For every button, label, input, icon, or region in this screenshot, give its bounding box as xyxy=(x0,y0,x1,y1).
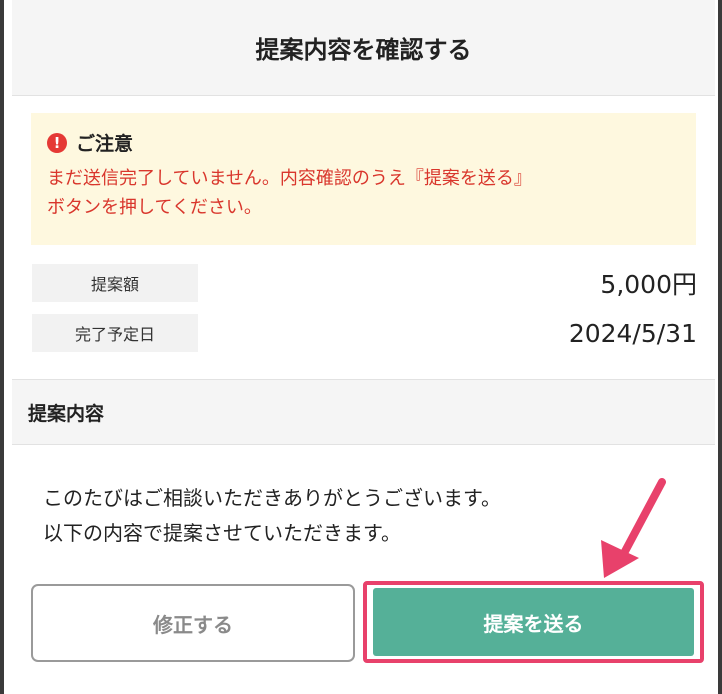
window-frame-left xyxy=(0,0,4,694)
due-date-value: 2024/5/31 xyxy=(568,318,697,348)
proposal-message-line2: 以下の内容で提案させていただきます。 xyxy=(43,521,401,545)
window-frame-right xyxy=(718,0,722,694)
send-proposal-button[interactable]: 提案を送る xyxy=(373,588,694,656)
proposal-message-line1: このたびはご相談いただきありがとうございます。 xyxy=(43,486,501,510)
confirm-proposal-dialog: 提案内容を確認する ! ご注意 まだ送信完了していません。内容確認のうえ『提案を… xyxy=(12,0,715,694)
proposal-message: このたびはご相談いただきありがとうございます。 以下の内容で提案させていただきま… xyxy=(43,481,683,551)
warning-notice: ! ご注意 まだ送信完了していません。内容確認のうえ『提案を送る』 ボタンを押し… xyxy=(31,113,696,245)
edit-button[interactable]: 修正する xyxy=(31,584,355,662)
notice-heading: ご注意 xyxy=(76,133,134,155)
dialog-title: 提案内容を確認する xyxy=(12,0,715,96)
notice-message-line2: ボタンを押してください。 xyxy=(47,197,262,218)
detail-row-amount: 提案額 5,000円 xyxy=(32,264,697,302)
detail-row-due-date: 完了予定日 2024/5/31 xyxy=(32,314,697,352)
amount-label: 提案額 xyxy=(32,264,198,302)
due-date-label: 完了予定日 xyxy=(32,314,198,352)
notice-heading-row: ! ご注意 xyxy=(47,129,680,156)
proposal-section-heading: 提案内容 xyxy=(12,379,715,445)
amount-value: 5,000円 xyxy=(600,270,697,299)
exclamation-circle-icon: ! xyxy=(47,132,67,153)
notice-message: まだ送信完了していません。内容確認のうえ『提案を送る』 ボタンを押してください。 xyxy=(47,164,680,222)
notice-message-line1: まだ送信完了していません。内容確認のうえ『提案を送る』 xyxy=(47,168,532,189)
